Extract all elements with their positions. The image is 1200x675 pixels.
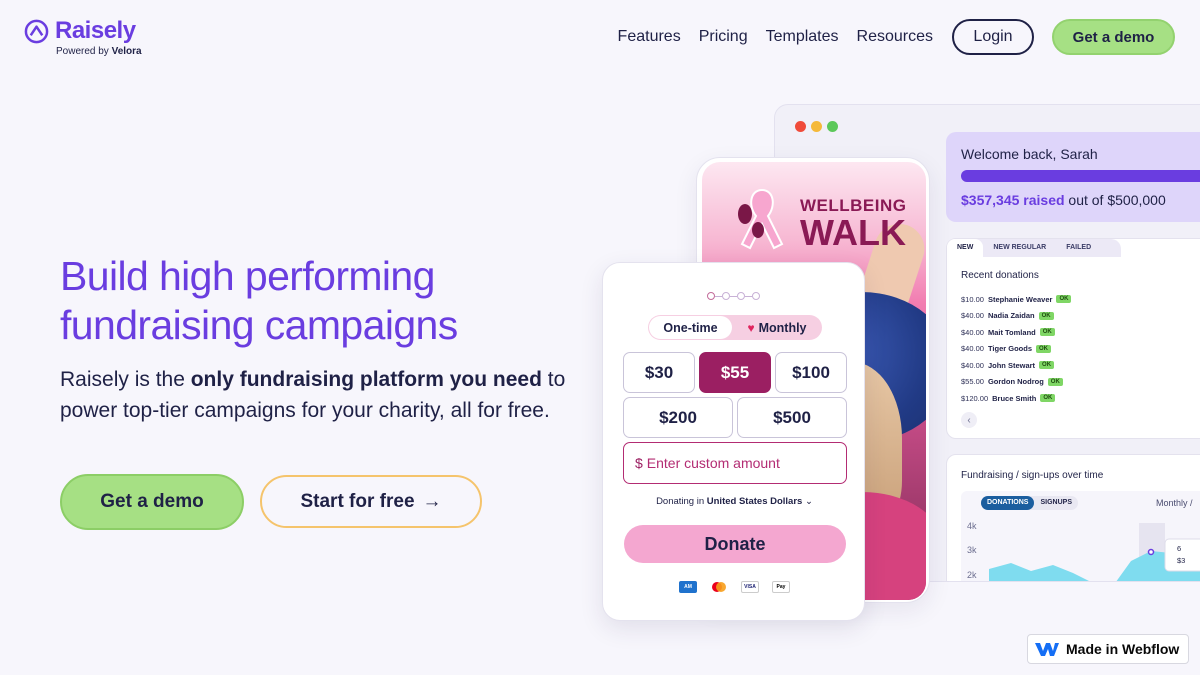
svg-text:6: 6	[1177, 544, 1181, 553]
chart-period-select[interactable]: Monthly /	[1156, 498, 1193, 508]
campaign-title-line2: WALK	[800, 212, 906, 253]
tooltip: 6 $3	[1164, 538, 1200, 572]
y-tick-3k: 3k	[967, 545, 977, 555]
webflow-logo-icon	[1035, 643, 1059, 656]
amount-option[interactable]: $500	[737, 397, 847, 438]
fundraising-chart-card: Fundraising / sign-ups over time 4k 3k 2…	[946, 454, 1200, 581]
amount-option-selected[interactable]: $55	[699, 352, 771, 393]
maximize-dot	[827, 121, 838, 132]
payment-methods: AM VISA Pay	[679, 581, 790, 593]
login-button[interactable]: Login	[952, 19, 1034, 55]
welcome-card: Welcome back, Sarah $357,345 raised out …	[946, 132, 1200, 222]
powered-by: Powered by Velora	[56, 46, 142, 57]
status-badge: OK	[1047, 377, 1063, 386]
start-for-free-button[interactable]: Start for free →	[260, 475, 482, 528]
chart-metric-toggle: DONATIONS SIGNUPS	[981, 496, 1078, 510]
tab-failed[interactable]: FAILED	[1056, 239, 1101, 257]
raised-summary: $357,345 raised out of $500,000	[961, 192, 1166, 208]
donate-button[interactable]: Donate	[624, 525, 846, 563]
step-indicator	[707, 292, 760, 300]
close-dot	[795, 121, 806, 132]
list-item[interactable]: $40.00 Mait Tomland OK	[961, 324, 1071, 341]
donation-list: $10.00 Stephanie Weaver OK $40.00 Nadia Zai…	[961, 291, 1072, 407]
custom-amount-input[interactable]	[646, 455, 817, 471]
status-badge: OK	[1040, 394, 1056, 403]
list-item[interactable]: $10.00 Stephanie Weaver OK	[961, 291, 1072, 308]
nav-features[interactable]: Features	[618, 28, 681, 46]
fundraising-progress-bar	[961, 170, 1200, 182]
amount-options: $30 $55 $100 $200 $500	[623, 352, 847, 442]
made-in-webflow-badge[interactable]: Made in Webflow	[1027, 634, 1189, 664]
step-dot	[737, 292, 745, 300]
mastercard-icon	[710, 581, 728, 593]
arrow-right-icon: →	[422, 490, 442, 512]
ribbon-logo-icon	[738, 188, 784, 250]
minimize-dot	[811, 121, 822, 132]
amount-option[interactable]: $30	[623, 352, 695, 393]
step-dot	[722, 292, 730, 300]
tab-new[interactable]: NEW	[947, 239, 984, 257]
brand-logo[interactable]: Raisely Powered by Velora	[24, 17, 142, 57]
amex-icon: AM	[679, 581, 697, 593]
toggle-signups[interactable]: SIGNUPS	[1034, 496, 1078, 510]
status-badge: OK	[1056, 295, 1072, 304]
chart-title: Fundraising / sign-ups over time	[961, 470, 1104, 481]
nav-templates[interactable]: Templates	[766, 28, 839, 46]
apple-pay-icon: Pay	[772, 581, 790, 593]
main-nav: Features Pricing Templates Resources Log…	[618, 19, 1175, 55]
list-item[interactable]: $55.00 Gordon Nodrog OK	[961, 374, 1071, 391]
visa-icon: VISA	[741, 581, 759, 593]
amount-option[interactable]: $100	[775, 352, 847, 393]
currency-symbol: $	[635, 455, 643, 471]
badge-label: Made in Webflow	[1066, 641, 1180, 657]
raisely-logo-icon	[24, 19, 49, 43]
get-demo-nav-button[interactable]: Get a demo	[1052, 19, 1175, 55]
brand-name: Raisely	[55, 17, 136, 44]
hero-title: Build high performing fundraising campai…	[60, 253, 458, 348]
recent-donations-title: Recent donations	[961, 270, 1039, 281]
list-item[interactable]: $40.00 Nadia Zaidan OK	[961, 308, 1071, 325]
heart-icon: ♥	[747, 320, 755, 335]
custom-amount-field[interactable]: $	[623, 442, 847, 484]
chevron-down-icon: ⌄	[804, 496, 813, 507]
list-item[interactable]: $120.00 Bruce Smith OK	[961, 390, 1071, 407]
amount-option[interactable]: $200	[623, 397, 733, 438]
nav-resources[interactable]: Resources	[857, 28, 933, 46]
status-badge: OK	[1036, 344, 1051, 353]
status-badge: OK	[1038, 311, 1054, 320]
step-dot	[707, 292, 715, 300]
status-badge: OK	[1039, 361, 1055, 370]
y-tick-2k: 2k	[967, 570, 977, 580]
get-demo-button[interactable]: Get a demo	[60, 474, 244, 530]
donation-form: One-time ♥ Monthly $30 $55 $100 $200 $50…	[602, 262, 865, 621]
list-item[interactable]: $40.00 John Stewart OK	[961, 357, 1071, 374]
tab-new-regular[interactable]: NEW REGULAR	[983, 239, 1056, 257]
recent-donations-card: NEW NEW REGULAR FAILED Recent donations …	[946, 238, 1200, 439]
donation-tabs: NEW NEW REGULAR FAILED	[947, 239, 1121, 257]
list-item[interactable]: $40.00 Tiger Goods OK	[961, 341, 1071, 358]
one-time-option[interactable]: One-time	[649, 316, 732, 339]
y-tick-4k: 4k	[967, 521, 977, 531]
window-controls	[795, 121, 838, 132]
toggle-donations[interactable]: DONATIONS	[981, 496, 1035, 510]
svg-text:$3: $3	[1177, 556, 1185, 565]
chevron-left-icon[interactable]: ‹	[961, 412, 977, 428]
chart-area: 4k 3k 2k 6 $3 DONATIONS SIGNUPS Monthly …	[961, 491, 1200, 581]
frequency-toggle: One-time ♥ Monthly	[648, 315, 822, 340]
step-dot	[752, 292, 760, 300]
hero-description: Raisely is the only fundraising platform…	[60, 368, 566, 422]
currency-select[interactable]: Donating in United States Dollars ⌄	[603, 496, 866, 507]
nav-pricing[interactable]: Pricing	[699, 28, 748, 46]
welcome-title: Welcome back, Sarah	[961, 146, 1098, 162]
hover-point	[1147, 548, 1155, 556]
monthly-option[interactable]: ♥ Monthly	[732, 316, 822, 339]
status-badge: OK	[1039, 328, 1055, 337]
